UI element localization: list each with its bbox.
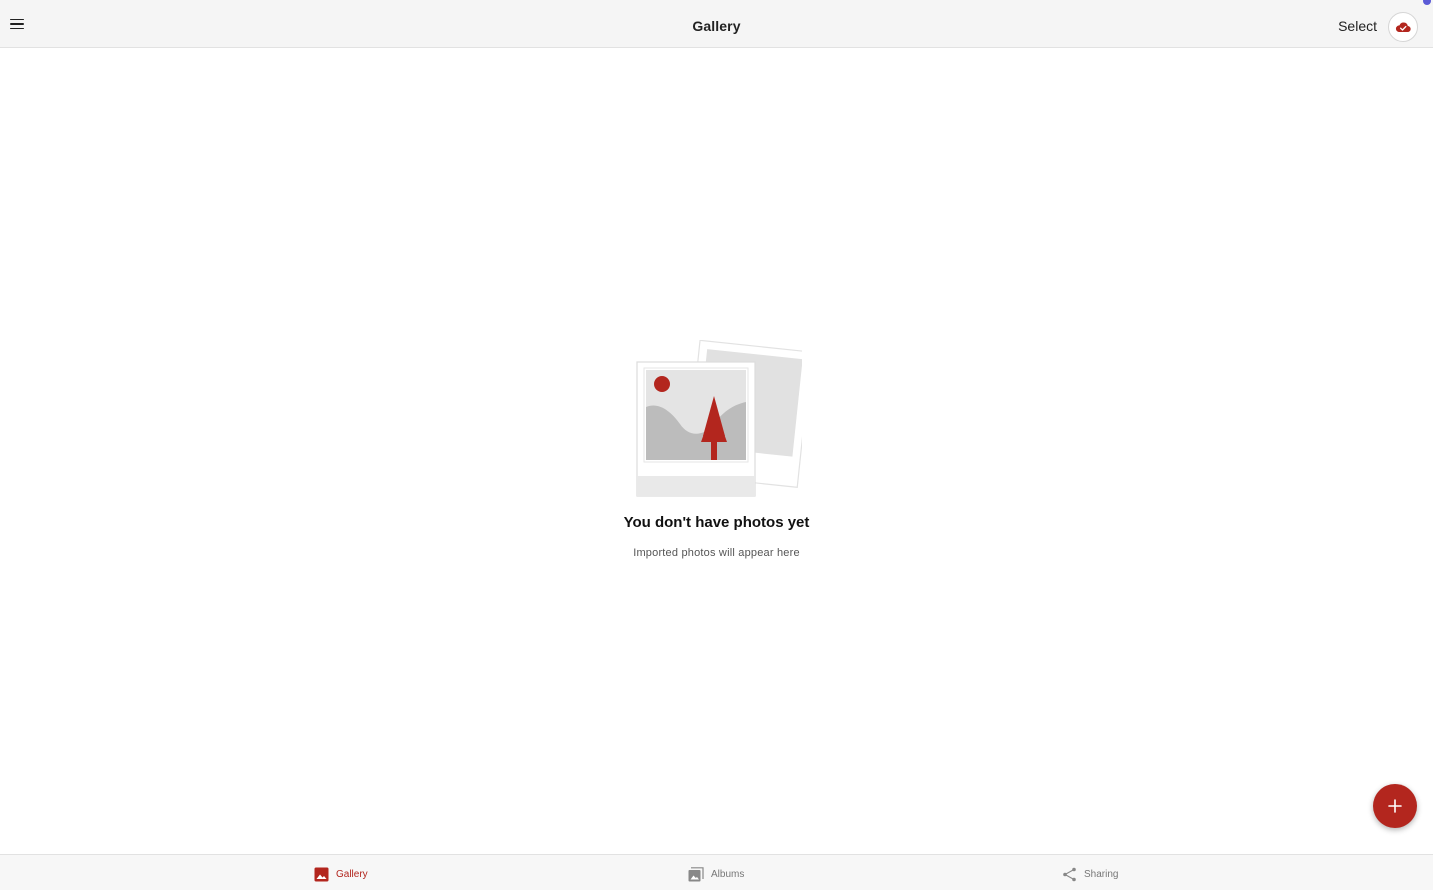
- tab-gallery[interactable]: Gallery: [314, 867, 368, 882]
- tab-sharing-label: Sharing: [1084, 869, 1119, 880]
- plus-icon: [1388, 799, 1402, 813]
- photo-icon: [314, 867, 329, 882]
- tab-albums[interactable]: Albums: [688, 867, 744, 882]
- tab-albums-label: Albums: [711, 869, 745, 880]
- app-window: Gallery Select You don't have photos yet…: [0, 0, 1433, 890]
- tab-sharing[interactable]: Sharing: [1062, 867, 1118, 882]
- tab-gallery-label: Gallery: [336, 869, 368, 880]
- cloud-icon: [1395, 22, 1411, 33]
- bottom-navigation: Gallery Albums Sharing: [0, 854, 1433, 890]
- empty-state: You don't have photos yet Imported photo…: [0, 340, 1433, 559]
- add-photos-button[interactable]: [1373, 784, 1417, 828]
- top-bar: Gallery Select: [0, 0, 1433, 48]
- select-button[interactable]: Select: [1338, 18, 1377, 34]
- cloud-sync-button[interactable]: [1388, 12, 1418, 42]
- notification-dot: [1423, 0, 1431, 5]
- empty-state-title: You don't have photos yet: [623, 514, 810, 531]
- empty-photos-illustration: [635, 340, 802, 497]
- share-icon: [1063, 867, 1076, 882]
- albums-icon: [688, 867, 704, 882]
- page-title: Gallery: [692, 18, 741, 34]
- empty-state-subtitle: Imported photos will appear here: [633, 547, 800, 559]
